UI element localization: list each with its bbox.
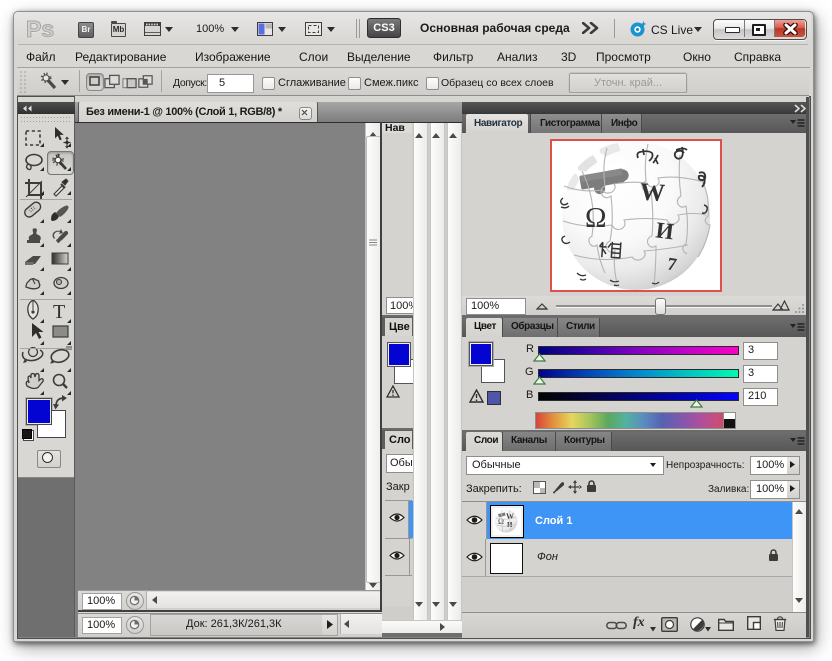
svg-text:Ω: Ω (498, 517, 504, 526)
svg-text:И: И (654, 217, 675, 244)
svg-text:W: W (639, 179, 666, 208)
svg-text:T: T (53, 301, 65, 323)
svg-text:Ω: Ω (585, 202, 607, 234)
